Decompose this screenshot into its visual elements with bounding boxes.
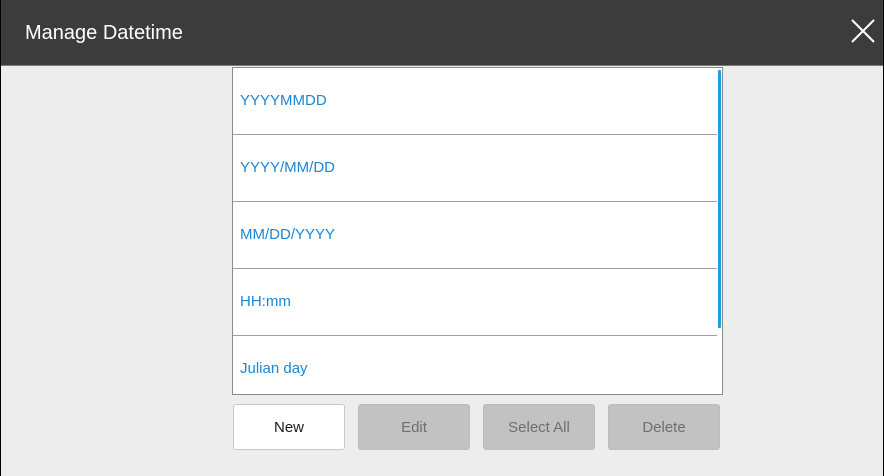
list-item-label: YYYYMMDD: [240, 92, 327, 109]
new-button[interactable]: New: [233, 404, 345, 450]
select-all-button[interactable]: Select All: [483, 404, 595, 450]
close-button[interactable]: [849, 17, 877, 45]
manage-datetime-dialog: Manage Datetime YYYYMMDD YYYY/MM/DD MM/D…: [0, 0, 884, 476]
list-item-label: HH:mm: [240, 293, 291, 310]
list-item[interactable]: HH:mm: [233, 269, 717, 336]
list-item[interactable]: Julian day: [233, 336, 717, 394]
list-item[interactable]: YYYYMMDD: [233, 68, 717, 135]
datetime-format-list[interactable]: YYYYMMDD YYYY/MM/DD MM/DD/YYYY HH:mm Jul…: [232, 67, 723, 395]
list-item[interactable]: MM/DD/YYYY: [233, 202, 717, 269]
close-icon: [851, 19, 875, 43]
title-bar: Manage Datetime: [1, 0, 883, 66]
list-item-label: MM/DD/YYYY: [240, 226, 336, 243]
list-item[interactable]: YYYY/MM/DD: [233, 135, 717, 202]
list-item-label: YYYY/MM/DD: [240, 159, 336, 176]
delete-button[interactable]: Delete: [608, 404, 720, 450]
list-scrollbar[interactable]: [718, 70, 721, 328]
edit-button[interactable]: Edit: [358, 404, 470, 450]
dialog-title: Manage Datetime: [25, 22, 183, 44]
list-item-label: Julian day: [240, 360, 308, 377]
